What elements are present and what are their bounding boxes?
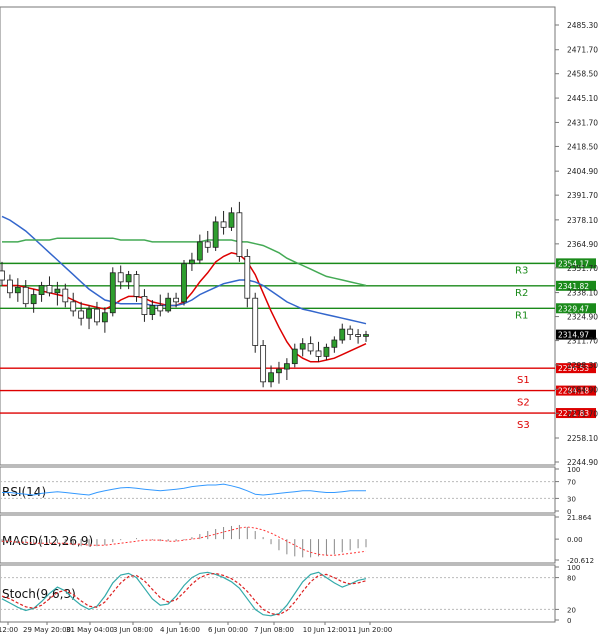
candle-body xyxy=(101,312,108,323)
candle-body xyxy=(30,294,37,305)
price-tick-label: 2445.10 xyxy=(567,94,598,103)
price-tick-label: 2378.10 xyxy=(567,216,598,225)
candle-body xyxy=(196,241,203,261)
time-tick-label: 4 Jun 16:00 xyxy=(160,626,200,634)
indicator-title: Stoch(9,6,3) xyxy=(2,587,76,601)
price-tick-label: 2284.90 xyxy=(567,385,598,394)
time-tick-label: 7 Jun 08:00 xyxy=(254,626,294,634)
level-name-label: S2 xyxy=(517,398,530,409)
price-tick-label: 2458.50 xyxy=(567,70,598,79)
candle-body xyxy=(133,274,140,297)
price-tick-label: 2351.70 xyxy=(567,264,598,273)
price-tick-label: 2338.10 xyxy=(567,289,598,298)
candle-body xyxy=(244,256,251,299)
candle-body xyxy=(22,286,29,305)
indicator-tick-label: 0 xyxy=(567,617,571,625)
time-tick-label: 10 Jun 12:00 xyxy=(303,626,347,634)
candle-body xyxy=(46,285,53,294)
price-tick-label: 2298.30 xyxy=(567,361,598,370)
level-name-label: R2 xyxy=(515,288,528,299)
indicator-tick-label: 70 xyxy=(567,479,576,487)
level-name-label: R1 xyxy=(515,310,528,321)
candle-body xyxy=(181,263,187,303)
candle-body xyxy=(212,221,219,248)
candle-body xyxy=(276,368,282,374)
level-name-label: R3 xyxy=(515,265,528,276)
price-tick-label: 2258.10 xyxy=(567,434,598,443)
price-tick-label: 2471.70 xyxy=(567,46,598,55)
time-tick-label: 6 Jun 00:00 xyxy=(208,626,248,634)
candle-body xyxy=(157,305,164,312)
candle-body xyxy=(149,305,156,315)
price-tick-label: 2404.90 xyxy=(567,167,598,176)
candle-body xyxy=(347,328,354,335)
candle-body xyxy=(323,346,330,357)
candle-body xyxy=(307,343,314,352)
indicator-tick-label: 0.00 xyxy=(567,536,583,544)
candle-body xyxy=(78,310,85,319)
candle-body xyxy=(165,297,172,312)
indicator-tick-label: 100 xyxy=(567,564,580,572)
indicator-tick-label: 20 xyxy=(567,606,576,614)
candle-body xyxy=(38,285,45,295)
indicator-tick-label: 30 xyxy=(567,495,576,503)
price-tick-label: 2364.90 xyxy=(567,240,598,249)
time-tick-label: 3 Jun 08:00 xyxy=(113,626,153,634)
time-tick-label: 31 May 04:00 xyxy=(66,626,114,634)
time-tick-label: 29 May 20:00 xyxy=(23,626,71,634)
candle-body xyxy=(283,363,290,370)
candle-body xyxy=(70,301,77,312)
candle-body xyxy=(117,272,124,283)
candle-body xyxy=(204,241,211,248)
indicator-tick-label: 100 xyxy=(567,466,580,474)
price-tick-label: 2324.90 xyxy=(567,313,598,322)
price-tick-label: 2311.70 xyxy=(567,337,598,346)
candle-body xyxy=(315,350,322,357)
price-tick-label: 2431.70 xyxy=(567,118,598,127)
price-tick-label: 2271.70 xyxy=(567,409,598,418)
candle-body xyxy=(125,274,132,283)
price-tick-label: 2391.70 xyxy=(567,191,598,200)
candle-body xyxy=(260,345,267,383)
candle-body xyxy=(228,212,235,228)
indicator-title: MACD(12,26,9) xyxy=(2,534,93,548)
candle-body xyxy=(236,212,243,257)
level-name-label: S3 xyxy=(517,420,530,431)
candle-body xyxy=(363,334,369,337)
candle-body xyxy=(331,339,338,348)
candle-body xyxy=(339,328,346,341)
candle-body xyxy=(54,288,61,294)
candle-body xyxy=(299,343,306,350)
candle-body xyxy=(141,295,148,315)
candle-body xyxy=(291,348,298,365)
candle-body xyxy=(94,308,100,323)
time-tick-label: 12:00 xyxy=(0,626,18,634)
level-name-label: S1 xyxy=(517,375,530,386)
candle-body xyxy=(252,297,259,346)
candle-body xyxy=(189,259,195,265)
candle-body xyxy=(355,334,361,337)
candle-body xyxy=(0,270,5,281)
price-tick-label: 2485.30 xyxy=(567,21,598,30)
candle-body xyxy=(7,279,13,294)
candle-body xyxy=(14,286,21,294)
candle-body xyxy=(109,272,116,314)
indicator-tick-label: 21.864 xyxy=(567,514,592,522)
candle-body xyxy=(268,372,274,383)
candle-body xyxy=(220,221,227,228)
candle-body xyxy=(173,297,179,303)
candle-body xyxy=(62,288,69,303)
time-tick-label: 11 Jun 20:00 xyxy=(348,626,392,634)
candle-body xyxy=(86,308,92,319)
price-tick-label: 2418.50 xyxy=(567,142,598,151)
indicator-tick-label: 80 xyxy=(567,575,576,583)
trading-chart: 2354.17R32341.82R22329.47R12296.53S12284… xyxy=(0,0,600,637)
